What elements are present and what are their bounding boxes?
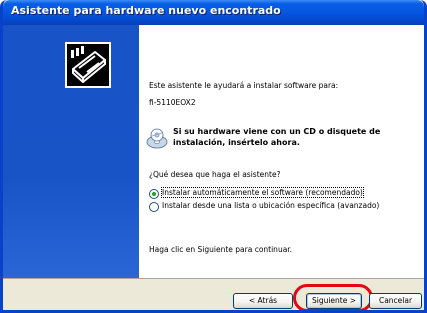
wizard-window: Asistente para hardware nuevo encontrado… [0, 0, 427, 313]
question-text: ¿Qué desea que haga el asistente? [149, 170, 281, 179]
intro-text: Este asistente le ayudará a instalar sof… [149, 81, 339, 90]
back-button[interactable]: < Atrás [233, 293, 293, 309]
wizard-sidebar [3, 25, 139, 278]
radio-button[interactable] [149, 202, 159, 212]
wizard-content: Este asistente le ayudará a instalar sof… [139, 25, 424, 278]
hardware-wizard-icon [65, 42, 111, 88]
cancel-button[interactable]: Cancelar [369, 293, 422, 309]
device-name: fi-5110EOX2 [149, 98, 196, 107]
radio-label-manual[interactable]: Instalar desde una lista o ubicación esp… [162, 201, 379, 210]
next-button[interactable]: Siguiente > [306, 293, 362, 309]
window-title: Asistente para hardware nuevo encontrado [11, 4, 281, 17]
wizard-footer: < Atrás Siguiente > Cancelar [3, 278, 424, 310]
hint-text: Haga clic en Siguiente para continuar. [149, 245, 293, 254]
radio-label-auto[interactable]: Instalar automáticamente el software (re… [161, 187, 364, 198]
title-bar[interactable]: Asistente para hardware nuevo encontrado [3, 0, 424, 25]
radio-button-selected[interactable] [149, 189, 159, 199]
cd-message: Si su hardware viene con un CD o disquet… [173, 127, 381, 147]
cd-disc-icon [146, 128, 168, 149]
